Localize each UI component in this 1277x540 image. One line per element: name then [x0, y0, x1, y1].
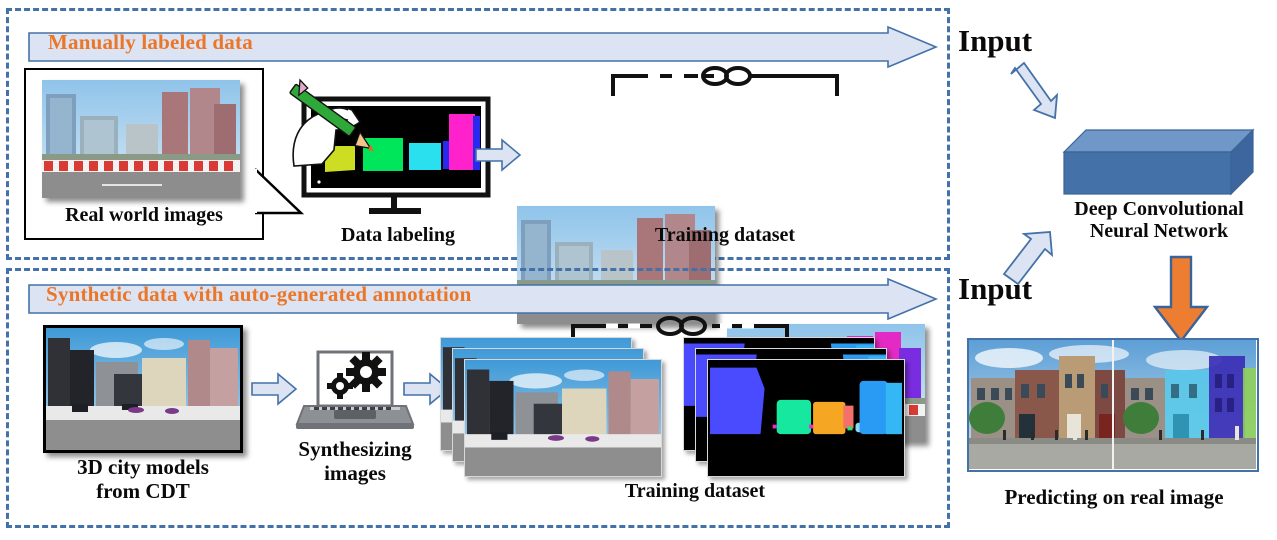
prediction-caption: Predicting on real image	[1004, 485, 1224, 509]
real-world-photo	[42, 80, 240, 198]
input-label-bottom: Input	[958, 271, 1033, 306]
top-banner-label: Manually labeled data	[48, 30, 253, 54]
training-dataset-caption-top: Training dataset	[654, 224, 796, 246]
link-bracket-top	[611, 66, 839, 96]
annotation-stack-front	[707, 359, 905, 477]
city-models-caption: 3D city models from CDT	[77, 455, 209, 503]
laptop-gears-icon	[295, 350, 415, 429]
input-label-top: Input	[958, 23, 1033, 58]
synthetic-stack-front	[464, 359, 662, 477]
hand-pencil-overlay	[289, 78, 375, 167]
arrow-right-icon-1	[475, 138, 522, 172]
arrow-right-icon-2	[251, 372, 298, 406]
prediction-image	[967, 338, 1259, 472]
dcnn-label: Deep Convolutional Neural Network	[1074, 198, 1244, 243]
arrow-down-right-icon	[1010, 61, 1059, 120]
bottom-banner-label: Synthetic data with auto-generated annot…	[46, 282, 472, 306]
arrow-down-icon	[1152, 255, 1210, 343]
real-world-caption: Real world images	[65, 204, 223, 226]
training-dataset-caption-bottom: Training dataset	[624, 480, 766, 502]
city-models-image	[43, 325, 243, 453]
dcnn-box	[1062, 128, 1255, 196]
data-labeling-caption: Data labeling	[341, 224, 455, 246]
synthesizing-caption: Synthesizing images	[298, 437, 412, 485]
chain-link-icon	[656, 316, 707, 336]
